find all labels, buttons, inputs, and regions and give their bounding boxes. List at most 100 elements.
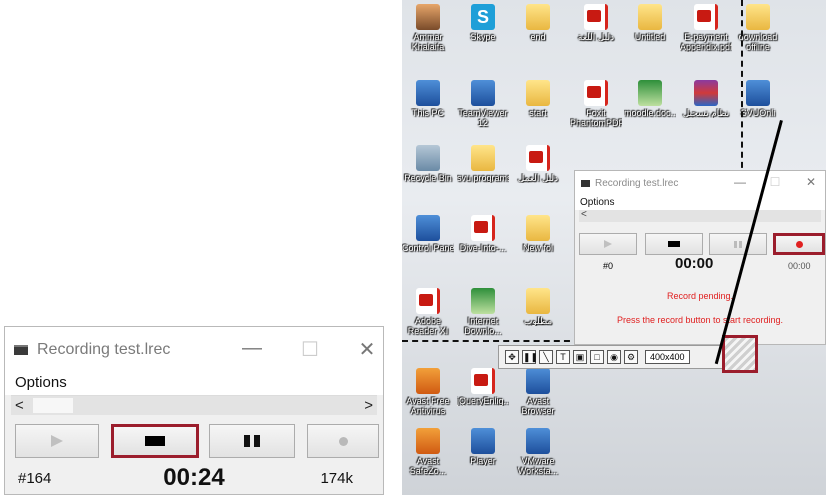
computer-icon — [416, 80, 440, 106]
safezone-icon — [416, 428, 440, 454]
title-bar[interactable]: Recording test.lrec — ☐ ✕ — [5, 327, 383, 373]
desktop-icon[interactable]: S Skype — [457, 4, 509, 42]
minimize-button[interactable]: — — [237, 337, 267, 360]
pause-capture-icon[interactable]: ❚❚ — [522, 350, 538, 364]
pause-button[interactable] — [209, 424, 295, 458]
stop-button[interactable] — [111, 424, 199, 458]
person-icon — [416, 4, 440, 30]
text-tool-icon[interactable]: T — [556, 350, 570, 364]
scroll-left-arrow[interactable]: < — [15, 397, 24, 414]
record-icon — [795, 240, 803, 248]
record-button[interactable] — [773, 233, 825, 255]
desktop-icon-label: moodle.doc... — [624, 108, 676, 118]
desktop-icon[interactable]: moodle.doc... — [624, 80, 676, 118]
desktop-icon-label: Control Panel — [402, 243, 454, 253]
minimize-button[interactable]: — — [730, 175, 750, 189]
folder-icon — [746, 4, 770, 30]
app-icon — [746, 80, 770, 106]
desktop-icon[interactable]: start — [512, 80, 564, 118]
desktop-icon[interactable]: Avast Free Antivirus — [402, 368, 454, 416]
desktop-icon[interactable]: Avast Browser — [512, 368, 564, 416]
desktop-icon-label: This PC — [411, 108, 444, 118]
desktop-icon[interactable]: Untitled — [624, 4, 676, 42]
recorder-window-large: Recording test.lrec — ☐ ✕ Options < > #1… — [4, 326, 384, 495]
close-button[interactable]: ✕ — [352, 337, 382, 362]
draw-line-icon[interactable]: ╲ — [539, 350, 553, 364]
desktop-icon[interactable]: مطلوب — [512, 288, 564, 326]
desktop-icon[interactable]: svu programs — [457, 145, 509, 183]
pause-icon — [244, 435, 260, 447]
recycle-bin-icon — [416, 145, 440, 171]
pause-icon — [734, 240, 742, 248]
desktop-icon[interactable]: Internet Downlo... — [457, 288, 509, 336]
scroll-left-arrow[interactable]: < — [581, 209, 587, 220]
desktop-icon[interactable]: jQueryEnlig... — [457, 368, 509, 406]
recorder-window-small: Recording test.lrec — ☐ ✕ Options < #0 0… — [574, 170, 826, 345]
teamviewer-icon — [471, 80, 495, 106]
desktop-icon[interactable]: Player — [457, 428, 509, 466]
desktop-icon[interactable]: E-payment Appendix.pdf — [680, 4, 732, 52]
play-button[interactable] — [15, 424, 99, 458]
scroll-right-arrow[interactable]: > — [364, 397, 373, 414]
desktop-icon[interactable]: SVUOnli — [732, 80, 784, 118]
image-tool-icon[interactable]: ▣ — [573, 350, 587, 364]
desktop-icon[interactable]: Ammar Khalaifa — [402, 4, 454, 52]
desktop-icon[interactable]: دليل العمل — [512, 145, 564, 183]
resize-grip-highlight[interactable] — [722, 335, 758, 373]
pause-button[interactable] — [709, 233, 767, 255]
desktop-icon-label: Foxit PhantomPDF — [570, 108, 622, 128]
horizontal-scrollbar[interactable]: < > — [11, 395, 377, 415]
desktop-icon[interactable]: TeamViewer 12 — [457, 80, 509, 128]
desktop-icon[interactable]: download offline — [732, 4, 784, 52]
menu-options[interactable]: Options — [575, 196, 825, 210]
desktop-icon-label: دليل اللغة — [577, 32, 615, 42]
desktop-icon-label: Player — [470, 456, 496, 466]
app-icon — [14, 345, 28, 355]
window-title: Recording test.lrec — [595, 178, 679, 189]
desktop-icon-label: Avast Free Antivirus — [406, 396, 450, 416]
desktop-icon[interactable]: VMware Worksta... — [512, 428, 564, 476]
rar-icon — [694, 80, 718, 106]
menu-options[interactable]: Options — [5, 373, 383, 395]
stop-button[interactable] — [645, 233, 703, 255]
desktop-icon[interactable]: Recycle Bin — [402, 145, 454, 183]
scroll-thumb[interactable] — [33, 398, 73, 413]
desktop-icon[interactable]: Foxit PhantomPDF — [570, 80, 622, 128]
play-button[interactable] — [579, 233, 637, 255]
folder-icon — [526, 4, 550, 30]
skype-icon: S — [471, 4, 495, 30]
move-icon[interactable]: ✥ — [505, 350, 519, 364]
horizontal-scrollbar[interactable]: < — [579, 209, 821, 222]
desktop-icon-label: start — [529, 108, 547, 118]
record-icon — [338, 436, 348, 446]
desktop-icon-label: VMware Worksta... — [517, 456, 559, 476]
desktop-icon[interactable]: end — [512, 4, 564, 42]
desktop-icon[interactable]: This PC — [402, 80, 454, 118]
desktop-icon[interactable]: نظام تسجيل — [680, 80, 732, 118]
record-button[interactable] — [307, 424, 379, 458]
desktop-icon[interactable]: دليل اللغة — [570, 4, 622, 42]
desktop-icon[interactable]: Adobe Reader XI — [402, 288, 454, 336]
file-size: 174k — [320, 470, 353, 487]
pdf-icon — [471, 368, 495, 394]
title-bar[interactable]: Recording test.lrec — ☐ ✕ — [575, 171, 825, 196]
desktop-icon-label: E-payment Appendix.pdf — [680, 32, 732, 52]
desktop-icon-label: Avast Browser — [521, 396, 555, 416]
record-hint-message: Press the record button to start recordi… — [616, 315, 784, 325]
play-icon — [604, 240, 612, 248]
desktop-icon[interactable]: Avast SafeZo... — [402, 428, 454, 476]
maximize-button[interactable]: ☐ — [765, 175, 785, 189]
settings-icon[interactable]: ⚙ — [624, 350, 638, 364]
frame-tool-icon[interactable]: □ — [590, 350, 604, 364]
foxit-icon — [584, 80, 608, 106]
close-button[interactable]: ✕ — [801, 175, 821, 189]
desktop-icon[interactable]: New fol — [512, 215, 564, 253]
adobe-reader-icon — [416, 288, 440, 314]
maximize-button[interactable]: ☐ — [295, 337, 325, 362]
capture-size-field[interactable]: 400x400 — [645, 350, 690, 364]
stop-icon — [668, 241, 680, 247]
desktop-icon[interactable]: Control Panel — [402, 215, 454, 253]
desktop-icon[interactable]: Dive-Into-... — [457, 215, 509, 253]
folder-icon — [526, 215, 550, 241]
camera-icon[interactable]: ◉ — [607, 350, 621, 364]
